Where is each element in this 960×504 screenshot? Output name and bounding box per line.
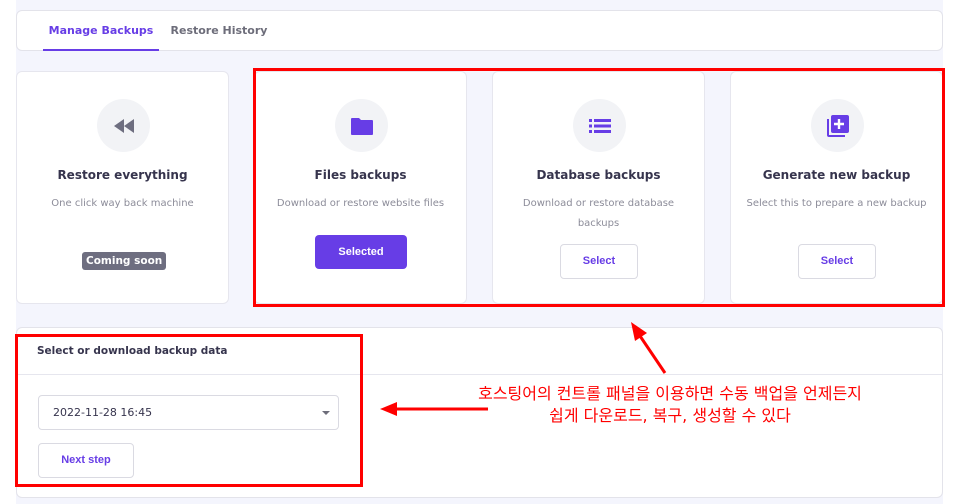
annotation-text: 호스팅어의 컨트롤 패널을 이용하면 수동 백업을 언제든지 쉽게 다운로드, … — [478, 384, 862, 425]
arrow-up-icon — [631, 322, 667, 374]
annotation-arrows — [380, 322, 667, 416]
